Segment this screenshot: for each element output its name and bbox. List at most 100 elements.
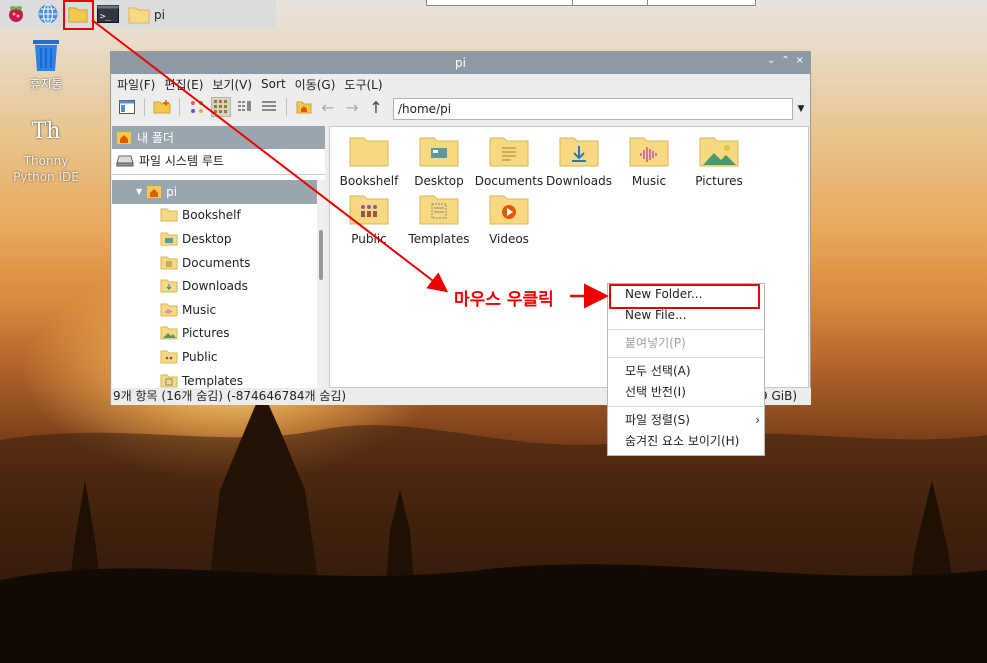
file-label: Public xyxy=(351,232,387,246)
view-list-button[interactable] xyxy=(259,97,279,117)
home-icon xyxy=(296,101,312,114)
up-button[interactable]: ↑ xyxy=(366,97,386,117)
terminal-button[interactable]: >_ xyxy=(96,2,120,26)
file-item-videos[interactable]: Videos xyxy=(472,193,546,246)
window-titlebar[interactable]: pi ⌄ ⌃ × xyxy=(111,52,810,74)
tree-item-documents[interactable]: Documents xyxy=(112,251,317,275)
public-folder-icon xyxy=(349,195,389,225)
new-window-button[interactable] xyxy=(117,97,137,117)
file-item-bookshelf[interactable]: Bookshelf xyxy=(332,135,406,188)
thonny-icon: Th xyxy=(31,119,61,144)
background-window-edge xyxy=(426,0,756,6)
thonny-label: Thonny Python IDE xyxy=(13,154,79,184)
file-item-desktop[interactable]: Desktop xyxy=(402,135,476,188)
menu-file[interactable]: 파일(F) xyxy=(117,76,155,93)
menu-tools[interactable]: 도구(L) xyxy=(344,76,382,93)
taskbar-window-pi[interactable]: pi xyxy=(128,4,268,26)
desktop-folder-icon xyxy=(160,232,178,246)
minimize-button[interactable]: ⌄ xyxy=(767,55,775,66)
tree-item-bookshelf[interactable]: Bookshelf xyxy=(112,204,317,228)
tree-item-desktop[interactable]: Desktop xyxy=(112,227,317,251)
tree-item-pictures[interactable]: Pictures xyxy=(112,322,317,346)
menu-view[interactable]: 보기(V) xyxy=(212,76,252,93)
side-place-home[interactable]: 내 폴더 xyxy=(112,126,325,149)
downloads-folder-icon xyxy=(160,279,178,293)
thonny-desktop-icon[interactable]: Th Thonny Python IDE xyxy=(6,117,86,185)
home-button[interactable] xyxy=(294,97,314,117)
toolbar-separator xyxy=(144,98,145,116)
close-button[interactable]: × xyxy=(796,55,804,66)
view-thumbnails-button[interactable] xyxy=(187,97,207,117)
file-label: Downloads xyxy=(546,174,612,188)
path-dropdown-button[interactable]: ▼ xyxy=(793,98,809,120)
folder-icon xyxy=(128,7,150,24)
templates-folder-icon xyxy=(419,195,459,225)
maximize-button[interactable]: ⌃ xyxy=(781,55,789,66)
music-folder-icon xyxy=(629,137,669,167)
file-label: Bookshelf xyxy=(339,174,399,188)
view-compact-button[interactable] xyxy=(235,97,255,117)
back-button[interactable]: ← xyxy=(318,97,338,117)
menu-edit[interactable]: 편집(E) xyxy=(164,76,203,93)
tree-scrollbar[interactable] xyxy=(317,180,325,388)
side-divider xyxy=(112,174,325,175)
menu-separator xyxy=(608,329,764,330)
trash-label: 휴지통 xyxy=(29,77,63,91)
tree-item-templates[interactable]: Templates xyxy=(112,369,317,388)
file-label: Music xyxy=(631,174,667,188)
menu-item-select-all[interactable]: 모두 선택(A) xyxy=(608,361,764,382)
menu-item-sort-files[interactable]: 파일 정렬(S) › xyxy=(608,410,764,431)
file-label: Documents xyxy=(474,174,544,188)
folder-tree: ▼ pi Bookshelf Desktop Documents Downloa… xyxy=(112,180,317,388)
new-tab-button[interactable] xyxy=(152,97,172,117)
menu-go[interactable]: 이동(G) xyxy=(295,76,336,93)
file-item-documents[interactable]: Documents xyxy=(472,135,546,188)
terminal-icon: >_ xyxy=(97,5,119,23)
trash-desktop-icon[interactable]: 휴지통 xyxy=(6,38,86,92)
menu-separator xyxy=(608,406,764,407)
folder-icon xyxy=(160,208,178,222)
folder-icon xyxy=(349,137,389,167)
file-item-public[interactable]: Public xyxy=(332,193,406,246)
home-icon xyxy=(147,185,162,198)
tree-item-label: Bookshelf xyxy=(182,208,241,223)
file-label: Pictures xyxy=(695,174,743,188)
menu-item-paste[interactable]: 붙여넣기(P) xyxy=(608,333,764,354)
web-browser-button[interactable] xyxy=(36,2,60,26)
forward-button[interactable]: → xyxy=(342,97,362,117)
tree-item-public[interactable]: Public xyxy=(112,345,317,369)
toolbar-separator xyxy=(179,98,180,116)
svg-text:>_: >_ xyxy=(100,12,111,22)
forward-arrow-icon: → xyxy=(345,97,359,117)
collapse-arrow-icon: ▼ xyxy=(136,187,143,197)
videos-folder-icon xyxy=(489,195,529,225)
side-place-root[interactable]: 파일 시스템 루트 xyxy=(112,149,325,172)
tree-root-pi[interactable]: ▼ pi xyxy=(112,180,317,204)
trash-icon xyxy=(33,40,59,71)
list-view-icon xyxy=(262,101,276,111)
new-folder-highlight xyxy=(609,284,760,309)
file-item-pictures[interactable]: Pictures xyxy=(682,135,756,188)
file-item-templates[interactable]: Templates xyxy=(402,193,476,246)
file-manager-highlight xyxy=(63,0,94,30)
file-item-music[interactable]: Music xyxy=(612,135,686,188)
desktop-folder-icon xyxy=(419,137,459,167)
compact-view-icon xyxy=(238,101,251,111)
tree-item-downloads[interactable]: Downloads xyxy=(112,274,317,298)
file-item-downloads[interactable]: Downloads xyxy=(542,135,616,188)
icon-view-icon xyxy=(214,100,227,113)
menu-separator xyxy=(608,357,764,358)
raspberry-icon xyxy=(9,6,23,22)
menu-item-invert-selection[interactable]: 선택 반전(I) xyxy=(608,382,764,403)
view-icons-button[interactable] xyxy=(211,97,231,117)
tree-item-label: Desktop xyxy=(182,231,232,246)
pictures-folder-icon xyxy=(160,326,178,340)
tree-item-label: Music xyxy=(182,302,217,317)
raspberry-menu-button[interactable] xyxy=(4,2,28,26)
menu-sort[interactable]: Sort xyxy=(261,77,286,91)
menu-item-show-hidden[interactable]: 숨겨진 요소 보이기(H) xyxy=(608,431,764,452)
tree-item-music[interactable]: Music xyxy=(112,298,317,322)
path-input[interactable]: /home/pi xyxy=(393,98,793,120)
scrollbar-thumb[interactable] xyxy=(319,230,323,280)
tree-item-label: Downloads xyxy=(182,279,248,294)
